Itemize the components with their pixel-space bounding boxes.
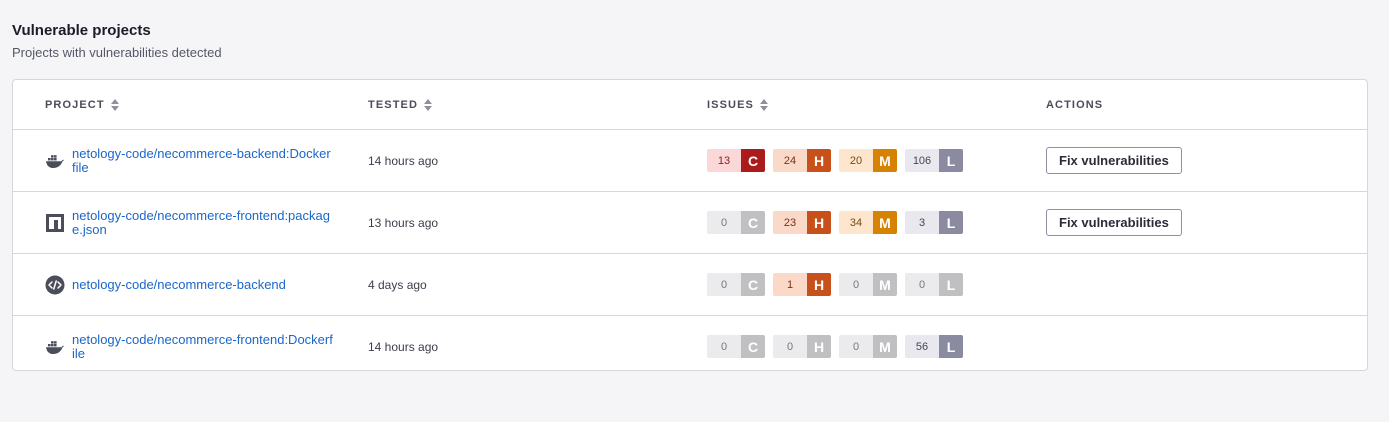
docker-icon	[45, 151, 65, 171]
severity-letter: M	[873, 149, 897, 172]
medium-issues-badge: 0M	[839, 273, 897, 296]
severity-letter: M	[873, 211, 897, 234]
issue-count: 56	[905, 335, 939, 358]
low-issues-badge: 0L	[905, 273, 963, 296]
issues-cell: 13 C 24 H 20 M 106 L	[707, 130, 963, 191]
column-header-project-label: PROJECT	[45, 98, 105, 111]
column-header-issues[interactable]: ISSUES	[707, 80, 768, 129]
issue-count: 0	[839, 273, 873, 296]
tested-time: 13 hours ago	[368, 215, 439, 230]
issue-count: 0	[707, 335, 741, 358]
page-title: Vulnerable projects	[12, 22, 151, 39]
page-subtitle: Projects with vulnerabilities detected	[12, 45, 222, 60]
tested-time: 4 days ago	[368, 277, 427, 292]
project-cell: netology-code/necommerce-backend:Dockerf…	[45, 130, 334, 191]
docker-icon	[45, 337, 65, 357]
column-header-project[interactable]: PROJECT	[45, 80, 119, 129]
project-cell: netology-code/necommerce-frontend:Docker…	[45, 316, 334, 377]
medium-issues-badge: 20 M	[839, 149, 897, 172]
severity-letter: L	[939, 211, 963, 234]
issues-cell: 0C 0H 0M 56 L	[707, 316, 963, 377]
low-issues-badge: 3L	[905, 211, 963, 234]
severity-letter: L	[939, 149, 963, 172]
column-header-tested[interactable]: TESTED	[368, 80, 432, 129]
table-row: netology-code/necommerce-frontend:packag…	[13, 192, 1367, 254]
tested-time: 14 hours ago	[368, 339, 439, 354]
fix-vulnerabilities-button[interactable]: Fix vulnerabilities	[1046, 147, 1182, 174]
issue-count: 13	[707, 149, 741, 172]
severity-letter: C	[741, 149, 765, 172]
actions-cell: Fix vulnerabilities	[1046, 130, 1182, 191]
issue-count: 20	[839, 149, 873, 172]
issue-count: 0	[839, 335, 873, 358]
project-link[interactable]: netology-code/necommerce-frontend:Docker…	[72, 332, 334, 361]
sort-icon[interactable]	[424, 98, 432, 111]
project-link[interactable]: netology-code/necommerce-backend	[72, 277, 334, 292]
page-header: Vulnerable projects Projects with vulner…	[12, 21, 222, 62]
column-header-tested-label: TESTED	[368, 98, 418, 111]
column-header-actions-label: ACTIONS	[1046, 98, 1104, 111]
actions-cell: Fix vulnerabilities	[1046, 192, 1182, 253]
high-issues-badge: 0H	[773, 335, 831, 358]
issues-cell: 0C 1H 0M 0L	[707, 254, 963, 315]
code-icon	[45, 275, 65, 295]
table-row: netology-code/necommerce-backend:Dockerf…	[13, 130, 1367, 192]
npm-icon	[45, 213, 65, 233]
severity-letter: H	[807, 335, 831, 358]
table-row: netology-code/necommerce-frontend:Docker…	[13, 316, 1367, 377]
severity-letter: H	[807, 149, 831, 172]
issue-count: 0	[707, 211, 741, 234]
issue-count: 3	[905, 211, 939, 234]
severity-letter: H	[807, 273, 831, 296]
high-issues-badge: 1H	[773, 273, 831, 296]
medium-issues-badge: 34 M	[839, 211, 897, 234]
table-header: PROJECT TESTED ISSUES ACTIONS	[13, 80, 1367, 130]
projects-table: PROJECT TESTED ISSUES ACTIONS netology-c…	[12, 79, 1368, 371]
column-header-issues-label: ISSUES	[707, 98, 754, 111]
project-cell: netology-code/necommerce-frontend:packag…	[45, 192, 334, 253]
issue-count: 23	[773, 211, 807, 234]
sort-icon[interactable]	[110, 98, 119, 111]
high-issues-badge: 24 H	[773, 149, 831, 172]
project-link[interactable]: netology-code/necommerce-frontend:packag…	[72, 208, 334, 237]
issue-count: 0	[905, 273, 939, 296]
high-issues-badge: 23 H	[773, 211, 831, 234]
severity-letter: C	[741, 273, 765, 296]
issue-count: 1	[773, 273, 807, 296]
critical-issues-badge: 0C	[707, 335, 765, 358]
severity-letter: L	[939, 335, 963, 358]
sort-icon[interactable]	[759, 98, 768, 111]
medium-issues-badge: 0M	[839, 335, 897, 358]
fix-vulnerabilities-button[interactable]: Fix vulnerabilities	[1046, 209, 1182, 236]
column-header-actions: ACTIONS	[1046, 80, 1103, 129]
severity-letter: C	[741, 335, 765, 358]
severity-letter: M	[873, 273, 897, 296]
issue-count: 0	[707, 273, 741, 296]
severity-letter: C	[741, 211, 765, 234]
issues-cell: 0C 23 H 34 M 3L	[707, 192, 963, 253]
critical-issues-badge: 13 C	[707, 149, 765, 172]
low-issues-badge: 106 L	[905, 149, 963, 172]
tested-time: 14 hours ago	[368, 153, 439, 168]
issue-count: 34	[839, 211, 873, 234]
project-cell: netology-code/necommerce-backend	[45, 254, 334, 315]
severity-letter: M	[873, 335, 897, 358]
table-row: netology-code/necommerce-backend 4 days …	[13, 254, 1367, 316]
issue-count: 24	[773, 149, 807, 172]
severity-letter: L	[939, 273, 963, 296]
issue-count: 106	[905, 149, 939, 172]
critical-issues-badge: 0C	[707, 211, 765, 234]
critical-issues-badge: 0C	[707, 273, 765, 296]
severity-letter: H	[807, 211, 831, 234]
low-issues-badge: 56 L	[905, 335, 963, 358]
issue-count: 0	[773, 335, 807, 358]
project-link[interactable]: netology-code/necommerce-backend:Dockerf…	[72, 146, 334, 175]
